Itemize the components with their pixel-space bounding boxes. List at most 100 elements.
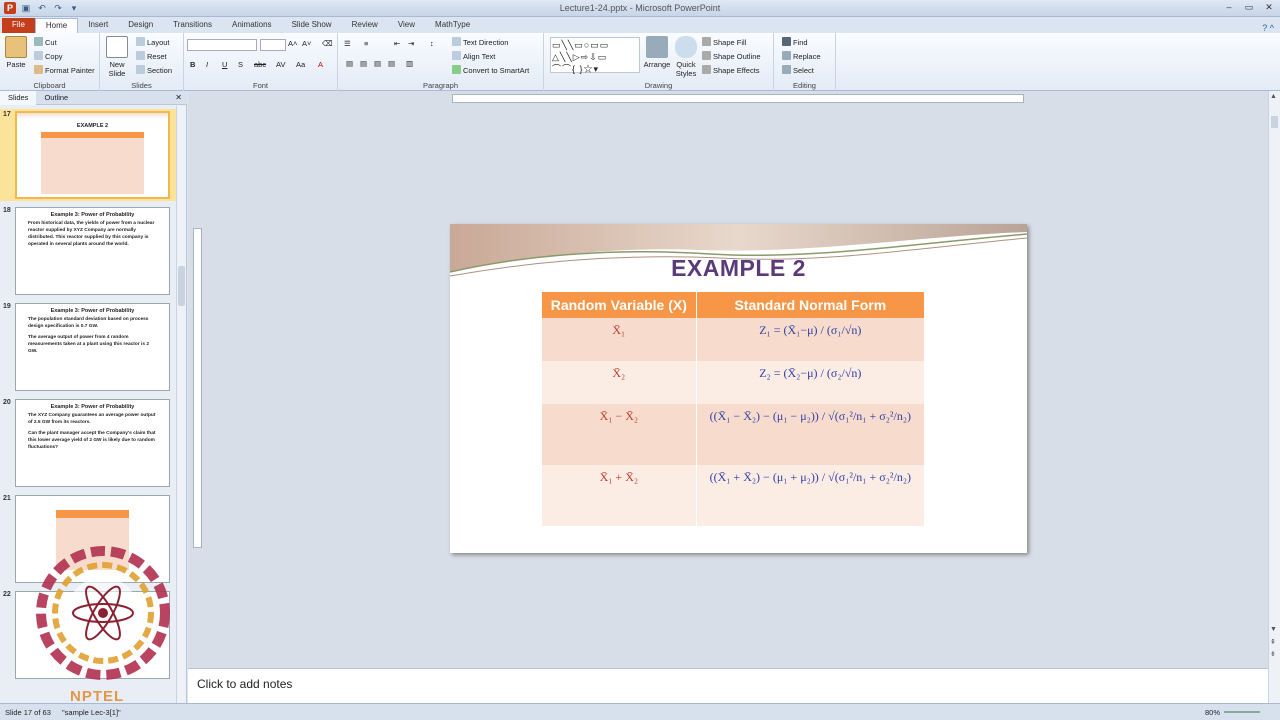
horizontal-ruler[interactable] bbox=[452, 94, 1024, 103]
copy-button[interactable]: Copy bbox=[34, 51, 63, 61]
quick-styles-label: Quick Styles bbox=[675, 60, 697, 78]
slide-thumbnail-18[interactable]: 18 Example 3: Power of Probability From … bbox=[0, 205, 176, 297]
previous-slide-icon[interactable]: ⇞ bbox=[1270, 638, 1276, 646]
formula-cell: Z₁ = (X̄₁−μ) / (σ₁/√n) bbox=[696, 318, 926, 361]
convert-smartart-button[interactable]: Convert to SmartArt bbox=[452, 65, 529, 75]
editing-group: Find Replace Select Editing bbox=[774, 33, 836, 91]
clear-formatting-icon[interactable]: ⌫ bbox=[322, 39, 333, 48]
bold-button[interactable]: B bbox=[190, 60, 195, 69]
shape-effects-button[interactable]: Shape Effects bbox=[702, 65, 760, 75]
current-slide[interactable]: EXAMPLE 2 Random Variable (X) Standard N… bbox=[450, 224, 1027, 553]
zoom-slider[interactable] bbox=[1224, 711, 1260, 713]
thumb-text: The population standard deviation based … bbox=[28, 317, 149, 329]
align-center-icon[interactable]: ▤ bbox=[360, 59, 367, 68]
tab-view[interactable]: View bbox=[388, 18, 425, 33]
tab-transitions[interactable]: Transitions bbox=[163, 18, 222, 33]
select-button[interactable]: Select bbox=[782, 65, 814, 75]
reset-button[interactable]: Reset bbox=[136, 51, 167, 61]
scroll-down-icon[interactable]: ▼ bbox=[1270, 626, 1277, 633]
strikethrough-button[interactable]: abc bbox=[254, 60, 266, 69]
quick-styles-button[interactable]: Quick Styles bbox=[672, 36, 700, 78]
replace-label: Replace bbox=[793, 52, 821, 61]
arrange-button[interactable]: Arrange bbox=[642, 36, 672, 69]
justify-icon[interactable]: ▤ bbox=[388, 59, 395, 68]
section-button[interactable]: Section bbox=[136, 65, 172, 75]
thumb-table bbox=[41, 132, 144, 194]
ribbon-tabs: File Home Insert Design Transitions Anim… bbox=[0, 17, 1280, 33]
bullets-icon[interactable]: ☰ bbox=[344, 39, 351, 48]
decrease-indent-icon[interactable]: ⇤ bbox=[394, 39, 400, 48]
shape-outline-button[interactable]: Shape Outline bbox=[702, 51, 761, 61]
panel-scroll-thumb[interactable] bbox=[178, 266, 185, 306]
line-spacing-icon[interactable]: ↕ bbox=[430, 39, 434, 48]
next-slide-icon[interactable]: ⇟ bbox=[1270, 650, 1276, 658]
paragraph-group: ☰ ≡ ⇤ ⇥ ↕ ▤ ▤ ▤ ▤ ▥ Text Direction Align… bbox=[338, 33, 544, 91]
maximize-button[interactable]: ▭ bbox=[1240, 1, 1258, 14]
layout-icon bbox=[136, 37, 145, 46]
paste-button[interactable]: Paste bbox=[4, 36, 28, 69]
thumbnail-preview: Example 3: Power of Probability The XYZ … bbox=[15, 399, 170, 487]
columns-icon[interactable]: ▥ bbox=[406, 59, 413, 68]
tab-slides-panel[interactable]: Slides bbox=[0, 90, 37, 105]
align-left-icon[interactable]: ▤ bbox=[346, 59, 353, 68]
text-direction-icon bbox=[452, 37, 461, 46]
numbering-icon[interactable]: ≡ bbox=[364, 39, 368, 48]
tab-review[interactable]: Review bbox=[342, 18, 388, 33]
font-color-button[interactable]: A bbox=[318, 60, 323, 69]
minimize-button[interactable]: – bbox=[1220, 1, 1238, 14]
slide-thumbnail-17[interactable]: 17 EXAMPLE 2 bbox=[0, 109, 176, 201]
shrink-font-icon[interactable]: A˅ bbox=[302, 39, 311, 48]
tab-home[interactable]: Home bbox=[34, 18, 79, 33]
find-button[interactable]: Find bbox=[782, 37, 808, 47]
increase-indent-icon[interactable]: ⇥ bbox=[408, 39, 414, 48]
notes-pane[interactable]: Click to add notes bbox=[188, 668, 1268, 703]
panel-tabs: Slides Outline ✕ bbox=[0, 90, 187, 105]
align-right-icon[interactable]: ▤ bbox=[374, 59, 381, 68]
shape-fill-button[interactable]: Shape Fill bbox=[702, 37, 746, 47]
editor-scroll-thumb[interactable] bbox=[1271, 116, 1278, 128]
vertical-ruler[interactable] bbox=[193, 228, 202, 548]
tab-design[interactable]: Design bbox=[118, 18, 163, 33]
shape-effects-icon bbox=[702, 65, 711, 74]
underline-button[interactable]: U bbox=[222, 60, 227, 69]
font-name-input[interactable] bbox=[187, 39, 257, 51]
layout-button[interactable]: Layout bbox=[136, 37, 170, 47]
new-slide-button[interactable]: New Slide bbox=[104, 36, 130, 78]
align-text-button[interactable]: Align Text bbox=[452, 51, 495, 61]
italic-button[interactable]: I bbox=[206, 60, 208, 69]
slide-number: 21 bbox=[3, 495, 11, 502]
tab-mathtype[interactable]: MathType bbox=[425, 18, 480, 33]
font-size-input[interactable] bbox=[260, 39, 286, 51]
scroll-up-icon[interactable]: ▲ bbox=[1270, 93, 1277, 100]
close-button[interactable]: ✕ bbox=[1260, 1, 1278, 14]
tab-insert[interactable]: Insert bbox=[78, 18, 118, 33]
variable-cell: X̄₂ bbox=[542, 361, 697, 404]
tab-slide-show[interactable]: Slide Show bbox=[282, 18, 342, 33]
format-painter-button[interactable]: Format Painter bbox=[34, 65, 95, 75]
zoom-level[interactable]: 80% bbox=[1205, 708, 1220, 717]
theme-name[interactable]: "sample Lec-3[1]" bbox=[62, 708, 121, 717]
notes-placeholder[interactable]: Click to add notes bbox=[197, 677, 292, 691]
table-row: X̄₁ + X̄₂ ((X̄₁ + X̄₂) − (μ₁ + μ₂)) / √(… bbox=[542, 465, 926, 526]
grow-font-icon[interactable]: A˄ bbox=[288, 39, 297, 48]
slide-number: 19 bbox=[3, 303, 11, 310]
tab-outline-panel[interactable]: Outline bbox=[36, 91, 76, 105]
slide-thumbnail-19[interactable]: 19 Example 3: Power of Probability The p… bbox=[0, 301, 176, 393]
slide-thumbnail-20[interactable]: 20 Example 3: Power of Probability The X… bbox=[0, 397, 176, 489]
clipboard-group: Paste Cut Copy Format Painter Clipboard bbox=[0, 33, 100, 91]
close-panel-icon[interactable]: ✕ bbox=[175, 93, 182, 102]
character-spacing-button[interactable]: AV bbox=[276, 60, 285, 69]
editor-vertical-scrollbar[interactable]: ▲ ▼ ⇞ ⇟ bbox=[1268, 91, 1280, 703]
cut-button[interactable]: Cut bbox=[34, 37, 57, 47]
replace-button[interactable]: Replace bbox=[782, 51, 821, 61]
shapes-gallery[interactable]: ▭╲╲▭○▭▭ △╲╲▷⇨⇩▭ ⌒⌒{ }☆▾ bbox=[550, 37, 640, 74]
slide-title[interactable]: EXAMPLE 2 bbox=[450, 255, 1027, 282]
arrange-icon bbox=[646, 36, 668, 58]
standard-normal-table[interactable]: Random Variable (X) Standard Normal Form… bbox=[542, 292, 926, 526]
text-direction-button[interactable]: Text Direction bbox=[452, 37, 508, 47]
tab-file[interactable]: File bbox=[2, 18, 35, 33]
tab-animations[interactable]: Animations bbox=[222, 18, 282, 33]
shadow-button[interactable]: S bbox=[238, 60, 243, 69]
change-case-button[interactable]: Aa bbox=[296, 60, 305, 69]
help-icon[interactable]: ? ^ bbox=[1262, 23, 1280, 33]
